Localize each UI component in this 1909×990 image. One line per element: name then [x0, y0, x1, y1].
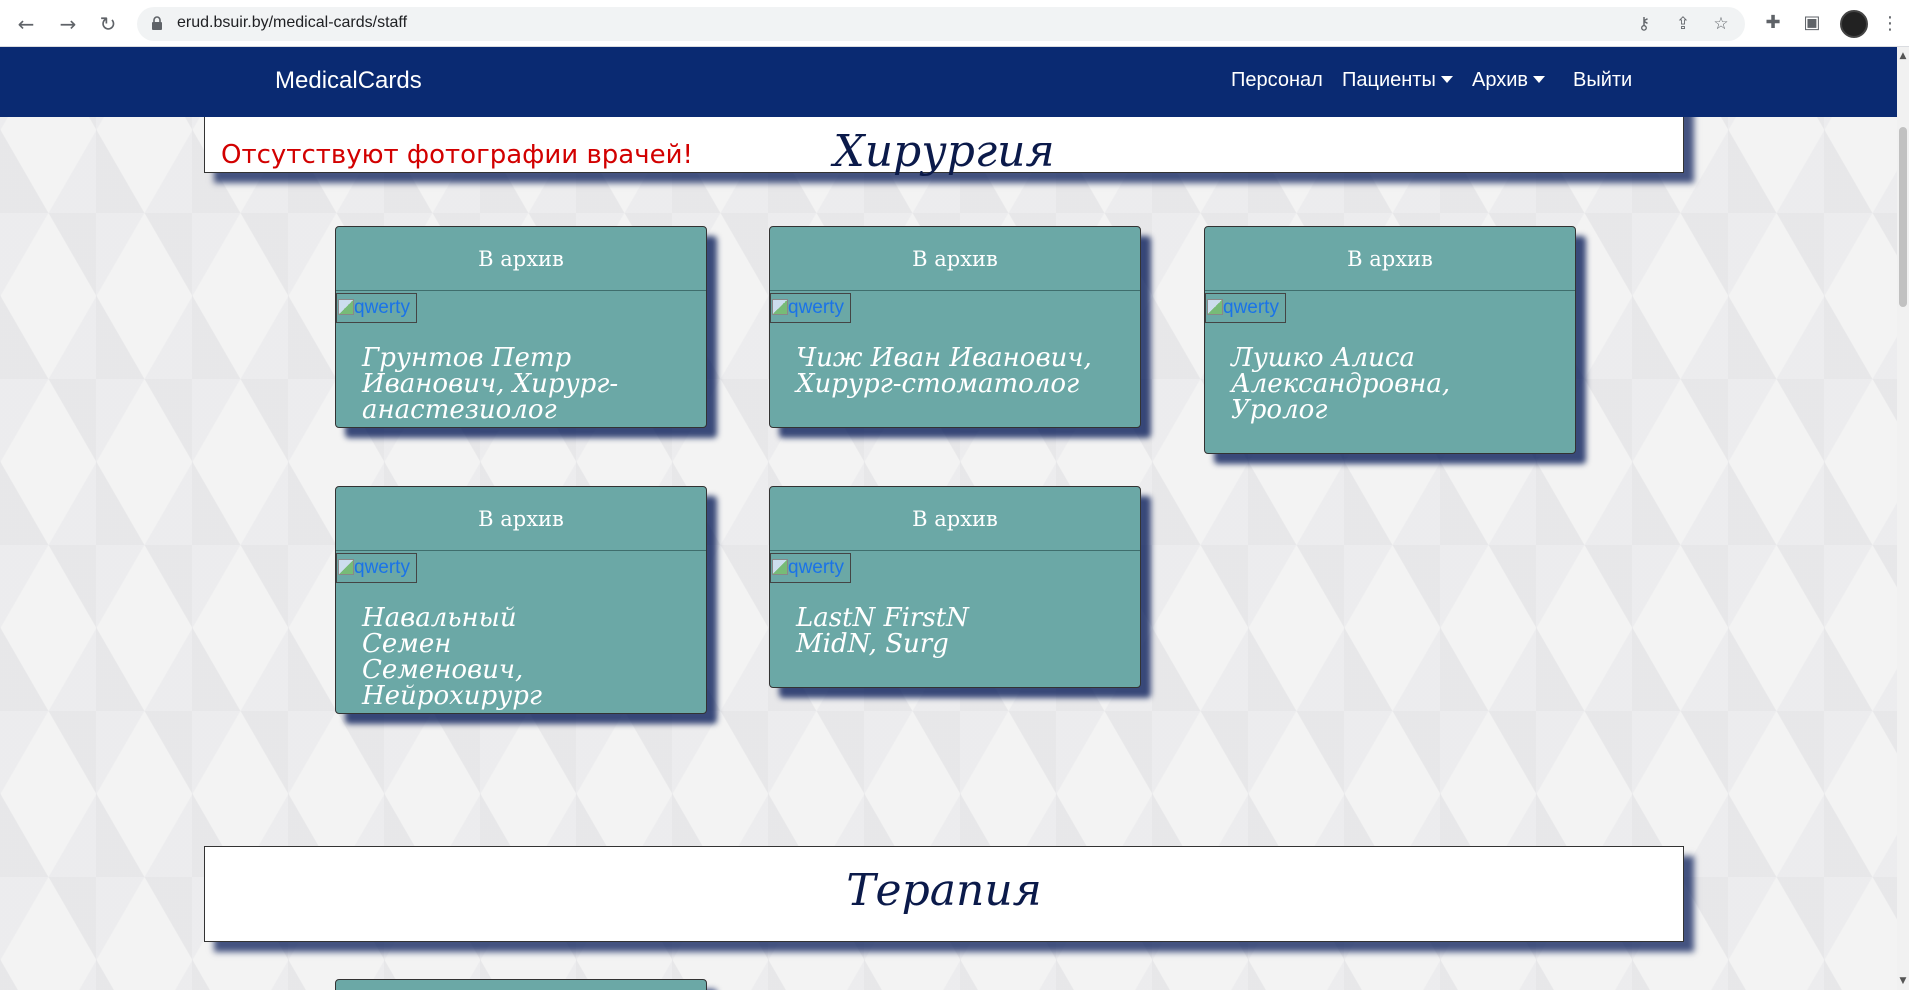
photo-alt-text: qwerty	[1223, 297, 1279, 318]
doctor-photo: qwerty	[336, 293, 417, 323]
photo-alt-text: qwerty	[788, 557, 844, 578]
doctor-photo: qwerty	[336, 553, 417, 583]
doctor-name: Чиж Иван Иванович, Хирург-стоматолог	[796, 343, 1092, 399]
section-header-therapy: Терапия	[204, 846, 1684, 942]
doctor-photo: qwerty	[1205, 293, 1286, 323]
scrollbar-thumb[interactable]	[1899, 127, 1907, 307]
broken-image-icon	[772, 559, 788, 575]
broken-image-icon	[1207, 299, 1223, 315]
doctor-name: Лушко Алиса Александровна, Уролог	[1231, 343, 1451, 425]
vertical-scrollbar[interactable]: ▲ ▼	[1897, 47, 1909, 990]
nav-logout[interactable]: Выйти	[1573, 69, 1632, 92]
extensions-icon[interactable]: ✚	[1762, 12, 1784, 34]
url-text: erud.bsuir.by/medical-cards/staff	[177, 14, 408, 31]
doctor-name: LastN FirstN MidN, Surg	[796, 603, 969, 659]
chevron-down-icon	[1440, 76, 1453, 83]
chevron-down-icon	[1533, 76, 1546, 83]
browser-menu-icon[interactable]: ⋮	[1880, 10, 1900, 38]
reload-icon[interactable]: ↻	[92, 8, 124, 40]
nav-patients-dropdown[interactable]: Пациенты	[1342, 69, 1453, 92]
doctor-photo: qwerty	[770, 553, 851, 583]
share-icon[interactable]: ⇪	[1673, 15, 1693, 33]
staff-card: В архив qwerty Грунтов Петр Иванович, Хи…	[335, 226, 707, 428]
archive-button[interactable]: В архив	[1205, 227, 1575, 291]
archive-button[interactable]: В архив	[770, 227, 1140, 291]
broken-image-icon	[772, 299, 788, 315]
section-title-therapy: Терапия	[846, 865, 1042, 916]
nav-archive-label: Архив	[1472, 69, 1529, 91]
photo-alt-text: qwerty	[788, 297, 844, 318]
staff-card: В архив qwerty Навальный Семен Семенович…	[335, 486, 707, 714]
staff-card-partial	[335, 979, 707, 990]
nav-staff[interactable]: Персонал	[1231, 69, 1323, 92]
nav-archive-dropdown[interactable]: Архив	[1472, 69, 1546, 92]
scroll-up-icon[interactable]: ▲	[1897, 49, 1909, 63]
key-icon[interactable]: ⚷	[1634, 15, 1654, 33]
archive-button[interactable]: В архив	[770, 487, 1140, 551]
photo-alt-text: qwerty	[354, 297, 410, 318]
doctor-name: Навальный Семен Семенович, Нейрохирург	[362, 603, 543, 711]
nav-patients-label: Пациенты	[1342, 69, 1436, 91]
archive-button[interactable]: В архив	[336, 487, 706, 551]
back-icon[interactable]: ←	[10, 8, 42, 40]
staff-card: В архив qwerty Чиж Иван Иванович, Хирург…	[769, 226, 1141, 428]
section-title-surgery: Хирургия	[833, 126, 1055, 177]
broken-image-icon	[338, 559, 354, 575]
browser-toolbar: ← → ↻ erud.bsuir.by/medical-cards/staff …	[0, 0, 1909, 47]
scroll-down-icon[interactable]: ▼	[1897, 974, 1909, 988]
staff-card: В архив qwerty Лушко Алиса Александровна…	[1204, 226, 1576, 454]
broken-image-icon	[338, 299, 354, 315]
forward-icon[interactable]: →	[52, 8, 84, 40]
archive-button[interactable]: В архив	[336, 227, 706, 291]
doctor-photo: qwerty	[770, 293, 851, 323]
side-panel-icon[interactable]: ▣	[1801, 12, 1823, 34]
lock-icon	[152, 16, 162, 30]
photo-alt-text: qwerty	[354, 557, 410, 578]
page-viewport: Отсутствуют фотографии врачей! Хирургия …	[0, 47, 1897, 990]
bookmark-star-icon[interactable]: ☆	[1711, 15, 1731, 33]
profile-avatar[interactable]	[1840, 10, 1868, 38]
doctor-name: Грунтов Петр Иванович, Хирург-анастезиол…	[362, 343, 619, 425]
staff-card: В архив qwerty LastN FirstN MidN, Surg	[769, 486, 1141, 688]
address-bar[interactable]: erud.bsuir.by/medical-cards/staff ⚷ ⇪ ☆	[137, 7, 1745, 41]
brand-logo[interactable]: MedicalCards	[275, 67, 422, 95]
top-navbar: MedicalCards Персонал Пациенты Архив Вый…	[0, 47, 1897, 117]
